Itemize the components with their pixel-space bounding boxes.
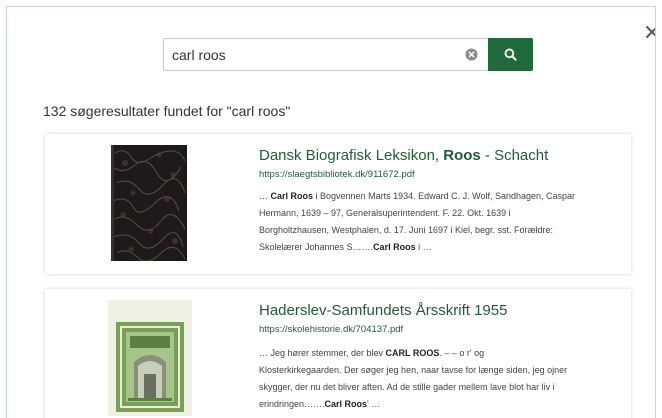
clear-circle-icon[interactable]: [465, 48, 478, 61]
snippet-highlight: Carl Roos: [270, 191, 314, 201]
title-text: Dansk Biografisk Leksikon,: [259, 147, 444, 164]
result-card: Haderslev-Samfundets Årsskrift 1955 http…: [45, 289, 631, 418]
snippet-text: Klosterkirkegaarden. Der søger jeg hen, …: [259, 365, 568, 375]
snippet-text: erindringen…….: [259, 399, 325, 409]
search-bar: [163, 38, 533, 71]
snippet-text: Hermann, 1639 – 97, Generalsuperintenden…: [259, 208, 511, 218]
snippet-line: Klosterkirkegaarden. Der søger jeg hen, …: [259, 362, 625, 379]
result-snippet: … Carl Roos i Bogvennen Marts 1934. Edwa…: [259, 188, 625, 256]
snippet-text: Borgholtzhausen, Westphalen, d. 17. Juni…: [259, 225, 554, 235]
book-cover-thumbnail[interactable]: [111, 145, 187, 261]
title-highlight: Roos: [443, 147, 481, 164]
snippet-line: Skolelærer Johannes S…….Carl Roos i …: [259, 239, 625, 256]
snippet-line: erindringen…….Carl Roos' …: [259, 396, 625, 413]
title-text: - Schacht: [480, 147, 549, 164]
snippet-line: … Jeg hører stemmer, der blev CARL ROOS.…: [259, 345, 625, 362]
snippet-text: . – – o r' og: [439, 348, 485, 358]
snippet-text: i …: [415, 242, 432, 252]
snippet-highlight: Carl Roos: [324, 399, 368, 409]
result-title[interactable]: Dansk Biografisk Leksikon, Roos - Schach…: [259, 147, 548, 164]
search-button[interactable]: [488, 38, 533, 71]
search-dialog: 132 søgeresultater fundet for "carl roos…: [6, 6, 656, 418]
snippet-text: i Bogvennen Marts 1934. Edward C. J. Wol…: [313, 191, 576, 201]
snippet-line: skygger, der nu det bliver aften. Ad de …: [259, 379, 625, 396]
snippet-text: ' …: [367, 399, 381, 409]
snippet-text: … Jeg hører stemmer, der blev: [259, 348, 386, 358]
result-card: Dansk Biografisk Leksikon, Roos - Schach…: [45, 134, 631, 274]
book-cover-thumbnail[interactable]: [108, 300, 192, 416]
snippet-line: Hermann, 1639 – 97, Generalsuperintenden…: [259, 205, 625, 222]
magnifier-icon: [504, 48, 517, 61]
title-text: Haderslev-Samfundets Årsskrift 1955: [259, 302, 508, 319]
snippet-line: Borgholtzhausen, Westphalen, d. 17. Juni…: [259, 222, 625, 239]
snippet-line: … Carl Roos i Bogvennen Marts 1934. Edwa…: [259, 188, 625, 205]
result-url[interactable]: https://slaegtsbibliotek.dk/911672.pdf: [259, 169, 415, 180]
result-url[interactable]: https://skolehistorie.dk/704137.pdf: [259, 324, 403, 335]
snippet-text: skygger, der nu det bliver aften. Ad de …: [259, 382, 555, 392]
result-title[interactable]: Haderslev-Samfundets Årsskrift 1955: [259, 302, 507, 319]
close-icon[interactable]: [643, 23, 655, 41]
results-summary: 132 søgeresultater fundet for "carl roos…: [43, 103, 291, 119]
snippet-highlight: CARL ROOS: [385, 348, 440, 358]
search-input[interactable]: [163, 38, 488, 71]
result-snippet: … Jeg hører stemmer, der blev CARL ROOS.…: [259, 345, 625, 413]
snippet-highlight: Carl Roos: [373, 242, 416, 252]
snippet-text: Skolelærer Johannes S…….: [259, 242, 374, 252]
snippet-text: …: [259, 191, 271, 201]
